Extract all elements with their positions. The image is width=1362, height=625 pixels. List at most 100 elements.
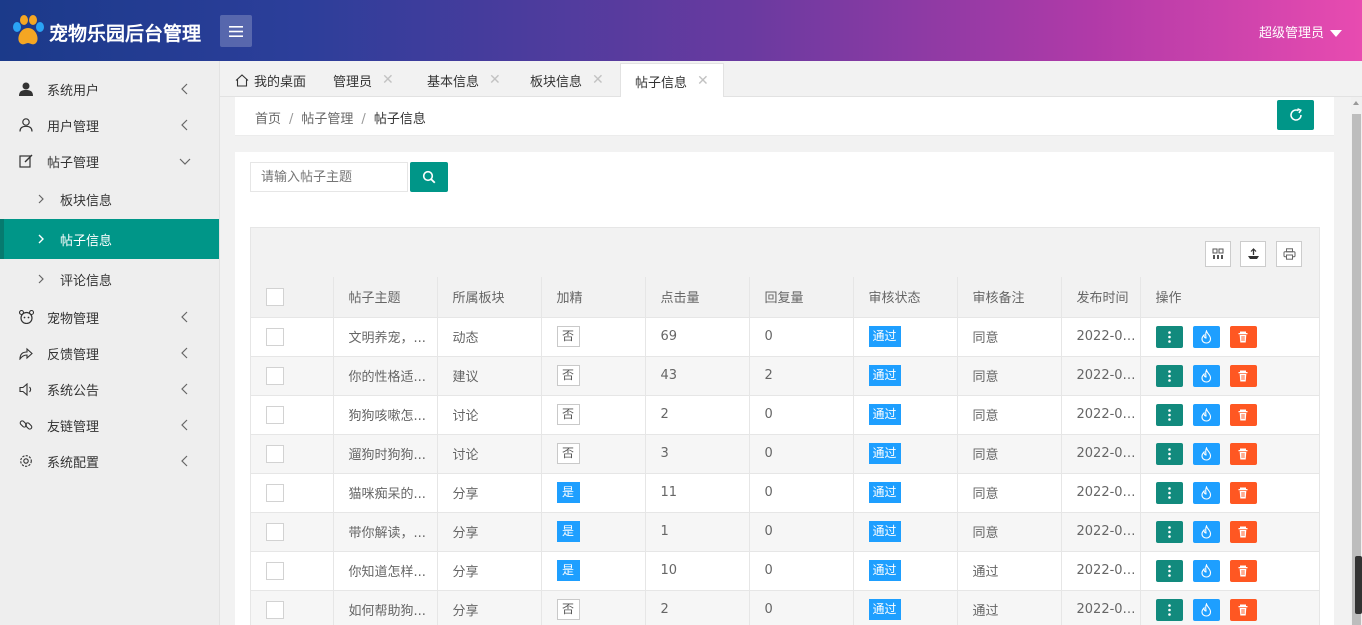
breadcrumb-post-management[interactable]: 帖子管理 bbox=[301, 112, 353, 127]
featured-toggle-button[interactable] bbox=[1192, 442, 1220, 465]
detail-button[interactable] bbox=[1155, 598, 1183, 621]
cell-topic: 文明养宠，... bbox=[333, 317, 438, 357]
detail-button[interactable] bbox=[1155, 520, 1183, 543]
cell-review-status: 通过 bbox=[853, 434, 958, 474]
search-button[interactable] bbox=[410, 162, 448, 192]
tab-admin[interactable]: 管理员 ✕ bbox=[333, 63, 394, 97]
delete-button[interactable] bbox=[1229, 325, 1257, 348]
row-select-cell[interactable] bbox=[251, 356, 334, 396]
more-vertical-icon bbox=[1167, 486, 1171, 499]
row-checkbox[interactable] bbox=[266, 561, 284, 580]
more-vertical-icon bbox=[1167, 447, 1171, 460]
featured-toggle-button[interactable] bbox=[1192, 520, 1220, 543]
close-icon[interactable]: ✕ bbox=[592, 72, 604, 88]
table-header-row: 帖子主题 所属板块 加精 点击量 回复量 审核状态 审核备注 发布时间 操作 bbox=[251, 277, 1319, 318]
featured-toggle-button[interactable] bbox=[1192, 481, 1220, 504]
status-badge: 通过 bbox=[868, 365, 901, 386]
scroll-up-arrow-icon[interactable] bbox=[1353, 101, 1359, 105]
sidebar-item-post-management[interactable]: 帖子管理 bbox=[0, 143, 219, 179]
sidebar-item-label: 友链管理 bbox=[47, 419, 100, 435]
home-icon bbox=[235, 73, 249, 87]
tab-post-info[interactable]: 帖子信息 ✕ bbox=[620, 63, 724, 98]
detail-button[interactable] bbox=[1155, 403, 1183, 426]
detail-button[interactable] bbox=[1155, 442, 1183, 465]
row-checkbox[interactable] bbox=[266, 483, 284, 502]
row-select-cell[interactable] bbox=[251, 551, 334, 591]
delete-button[interactable] bbox=[1229, 364, 1257, 387]
sidebar-subitem-comment-info[interactable]: 评论信息 bbox=[0, 259, 219, 299]
tab-label: 板块信息 bbox=[530, 74, 583, 90]
detail-button[interactable] bbox=[1155, 364, 1183, 387]
tab-basic-info[interactable]: 基本信息 ✕ bbox=[427, 63, 501, 97]
breadcrumb-home[interactable]: 首页 bbox=[255, 112, 281, 127]
sidebar-subitem-board-info[interactable]: 板块信息 bbox=[0, 179, 219, 219]
cell-review-note: 通过 bbox=[957, 551, 1062, 591]
tab-board-info[interactable]: 板块信息 ✕ bbox=[530, 63, 604, 97]
sidebar-item-feedback-management[interactable]: 反馈管理 bbox=[0, 335, 219, 371]
cell-board: 分享 bbox=[437, 551, 542, 591]
main-content: 帖子主题 所属板块 加精 点击量 回复量 审核状态 审核备注 发布时间 操作 文… bbox=[235, 152, 1334, 625]
link-icon bbox=[19, 420, 33, 430]
refresh-button[interactable] bbox=[1277, 100, 1314, 130]
row-checkbox[interactable] bbox=[266, 444, 284, 463]
tab-my-desktop[interactable]: 我的桌面 bbox=[235, 63, 306, 97]
cell-actions bbox=[1139, 512, 1319, 552]
cell-featured: 否 bbox=[541, 317, 646, 357]
page-scrollbar[interactable] bbox=[1351, 97, 1362, 625]
delete-button[interactable] bbox=[1229, 559, 1257, 582]
featured-toggle-button[interactable] bbox=[1192, 325, 1220, 348]
delete-button[interactable] bbox=[1229, 481, 1257, 504]
delete-button[interactable] bbox=[1229, 442, 1257, 465]
sidebar-subitem-post-info[interactable]: 帖子信息 bbox=[0, 219, 219, 259]
cell-topic: 狗狗咳嗽怎... bbox=[333, 395, 438, 435]
export-button[interactable] bbox=[1240, 241, 1266, 267]
sidebar-item-friend-links[interactable]: 友链管理 bbox=[0, 407, 219, 443]
select-all-checkbox[interactable] bbox=[266, 287, 284, 306]
row-checkbox[interactable] bbox=[266, 405, 284, 424]
row-checkbox[interactable] bbox=[266, 366, 284, 385]
row-select-cell[interactable] bbox=[251, 590, 334, 625]
featured-toggle-button[interactable] bbox=[1192, 364, 1220, 387]
row-checkbox[interactable] bbox=[266, 522, 284, 541]
chevron-left-icon bbox=[181, 347, 188, 359]
sidebar-item-system-users[interactable]: 系统用户 bbox=[0, 71, 219, 107]
row-checkbox[interactable] bbox=[266, 600, 284, 619]
header-select-all[interactable] bbox=[251, 277, 334, 318]
row-select-cell[interactable] bbox=[251, 434, 334, 474]
fire-icon bbox=[1200, 407, 1211, 422]
status-badge: 通过 bbox=[868, 404, 901, 425]
cell-review-status: 通过 bbox=[853, 590, 958, 625]
sidebar-item-pet-management[interactable]: 宠物管理 bbox=[0, 299, 219, 335]
columns-filter-button[interactable] bbox=[1205, 241, 1231, 267]
user-menu[interactable]: 超级管理员 bbox=[1259, 22, 1342, 41]
row-select-cell[interactable] bbox=[251, 395, 334, 435]
close-icon[interactable]: ✕ bbox=[489, 72, 501, 88]
row-checkbox[interactable] bbox=[266, 327, 284, 346]
header-board: 所属板块 bbox=[437, 277, 542, 318]
print-icon bbox=[1283, 248, 1295, 260]
print-button[interactable] bbox=[1276, 241, 1302, 267]
menu-toggle-button[interactable] bbox=[220, 15, 252, 47]
cell-clicks: 69 bbox=[645, 317, 750, 357]
featured-toggle-button[interactable] bbox=[1192, 559, 1220, 582]
delete-button[interactable] bbox=[1229, 403, 1257, 426]
featured-toggle-button[interactable] bbox=[1192, 403, 1220, 426]
trash-icon bbox=[1238, 487, 1247, 498]
top-header: 宠物乐园后台管理 超级管理员 bbox=[0, 0, 1362, 61]
detail-button[interactable] bbox=[1155, 325, 1183, 348]
delete-button[interactable] bbox=[1229, 598, 1257, 621]
sidebar-item-user-management[interactable]: 用户管理 bbox=[0, 107, 219, 143]
detail-button[interactable] bbox=[1155, 559, 1183, 582]
row-select-cell[interactable] bbox=[251, 317, 334, 357]
search-input[interactable] bbox=[250, 162, 408, 192]
sidebar-item-system-config[interactable]: 系统配置 bbox=[0, 443, 219, 479]
scrollbar-thumb[interactable] bbox=[1352, 114, 1361, 625]
close-icon[interactable]: ✕ bbox=[697, 73, 709, 89]
close-icon[interactable]: ✕ bbox=[382, 72, 394, 88]
featured-toggle-button[interactable] bbox=[1192, 598, 1220, 621]
sidebar-item-announcements[interactable]: 系统公告 bbox=[0, 371, 219, 407]
row-select-cell[interactable] bbox=[251, 512, 334, 552]
detail-button[interactable] bbox=[1155, 481, 1183, 504]
delete-button[interactable] bbox=[1229, 520, 1257, 543]
row-select-cell[interactable] bbox=[251, 473, 334, 513]
